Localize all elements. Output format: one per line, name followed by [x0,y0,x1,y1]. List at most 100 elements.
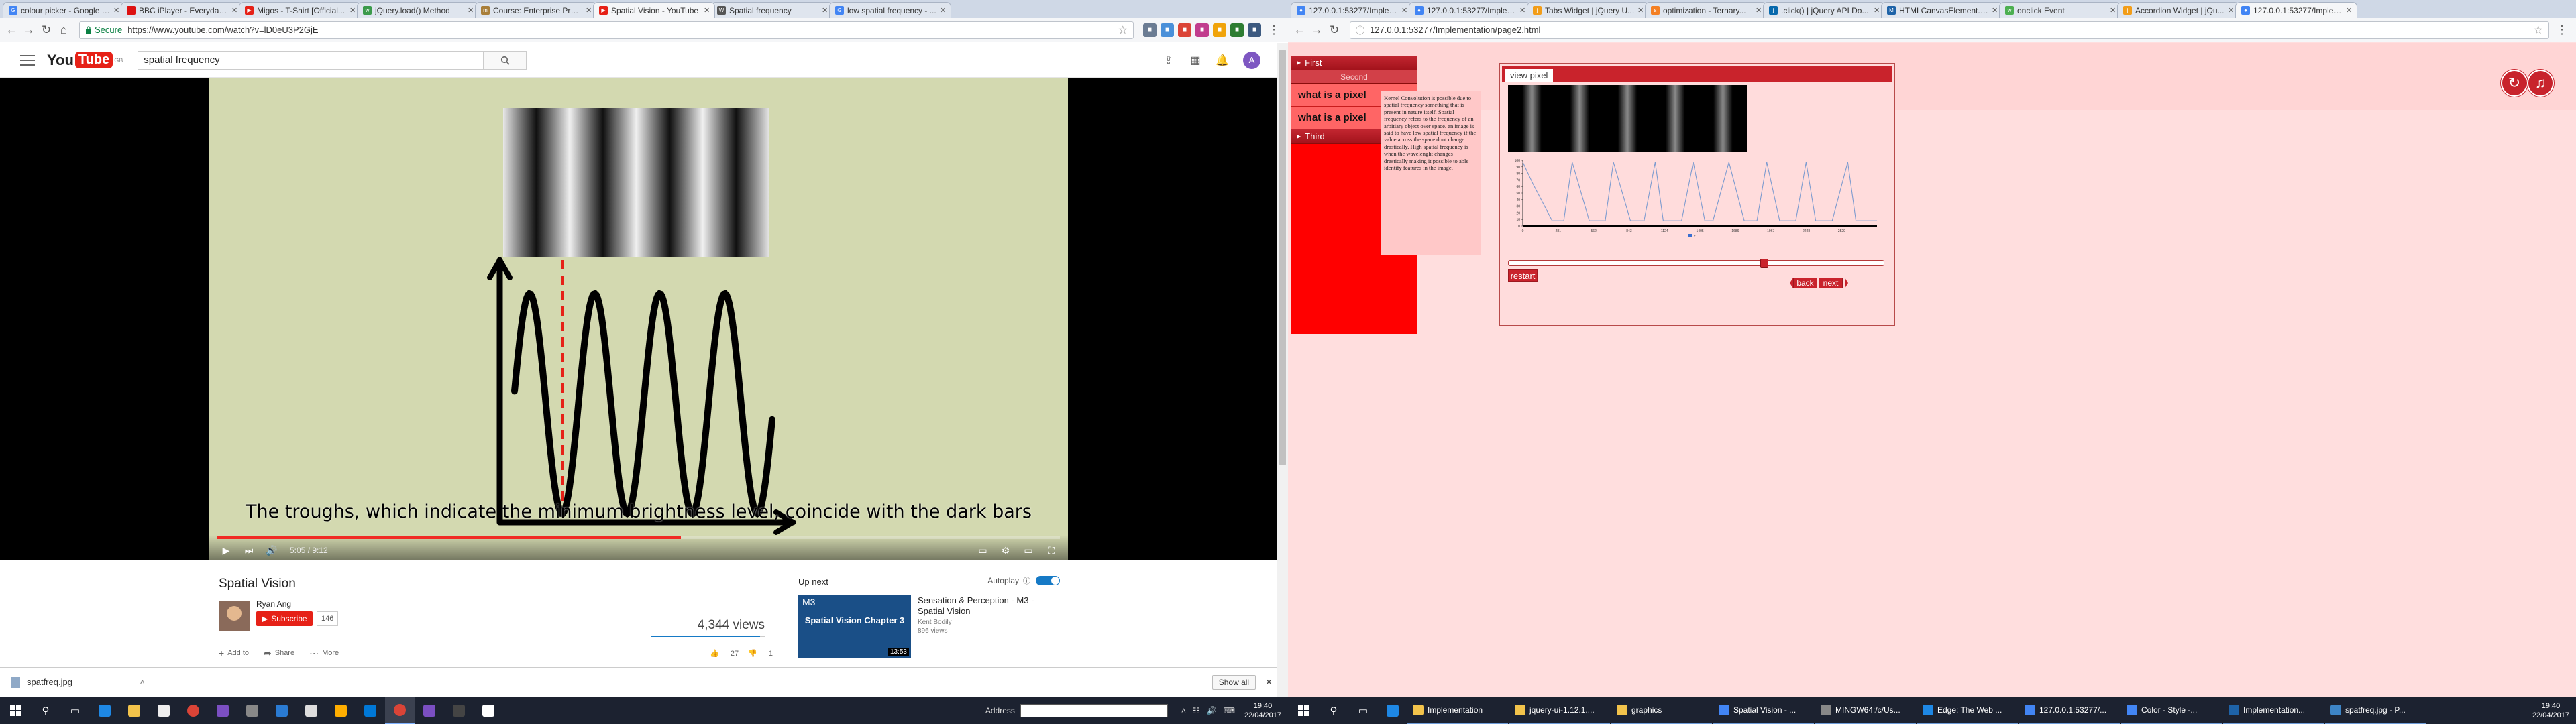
store-icon[interactable] [149,697,178,724]
channel-avatar[interactable] [219,601,250,631]
subscribe-button[interactable]: ▶ Subscribe [256,611,313,626]
browser-tab[interactable]: j Accordion Widget | jQu... ✕ [2117,2,2239,18]
clock[interactable]: 19:40 22/04/2017 [1244,701,1281,720]
reload-animation-button[interactable]: ↻ [2501,70,2528,97]
edge-icon[interactable] [90,697,119,724]
browser-tab[interactable]: W Spatial frequency ✕ [711,2,833,18]
back-arrow-icon[interactable]: ← [1292,23,1307,38]
taskbar-app-button[interactable]: Implementation... [2223,697,2324,724]
taskbar-app-button[interactable]: Color - Style -... [2121,697,2222,724]
bell-icon[interactable]: 🔔 [1215,53,1230,68]
apps-grid-icon[interactable]: ▦ [1188,53,1203,68]
chevron-up-icon[interactable]: ˄ [140,677,145,687]
taskbar-app-button[interactable]: jquery-ui-1.12.1.... [1509,697,1610,724]
taskbar-app-button[interactable]: 127.0.0.1:53277/... [2019,697,2120,724]
vscode-icon[interactable] [267,697,297,724]
extension-icon[interactable]: ■ [1143,23,1157,37]
close-tab-icon[interactable]: ✕ [2228,6,2235,15]
browser-tab[interactable]: m Course: Enterprise Progr... ✕ [475,2,597,18]
restart-button[interactable]: restart [1508,269,1538,282]
more-button[interactable]: ⋯ More [309,648,339,659]
close-tab-icon[interactable]: ✕ [2346,6,2353,15]
visual-studio-icon[interactable] [208,697,237,724]
browser-tab[interactable]: ▶ Spatial Vision - YouTube ✕ [593,2,715,18]
new-tab-button[interactable] [947,2,967,18]
music-note-button[interactable]: ♫ [2527,70,2554,97]
task-view-icon[interactable]: ▭ [1348,697,1378,724]
bookmark-star-icon[interactable]: ☆ [1118,23,1128,37]
extension-icon[interactable]: ■ [1195,23,1209,37]
close-tab-icon[interactable]: ✕ [1401,6,1408,15]
share-button[interactable]: ➦ Share [264,648,294,659]
photos-icon[interactable] [474,697,503,724]
windows-start-icon[interactable] [0,697,31,724]
browser-tab[interactable]: j .click() | jQuery API Do... ✕ [1763,2,1885,18]
search-icon[interactable]: ⚲ [31,697,60,724]
calculator-icon[interactable] [237,697,267,724]
extension-icon[interactable]: ■ [1178,23,1191,37]
close-tab-icon[interactable]: ✕ [2110,6,2116,15]
taskbar-app-button[interactable]: Implementation [1407,697,1508,724]
like-button[interactable]: 👍 27 [710,649,739,658]
taskbar-app-button[interactable]: spatfreq.jpg - P... [2325,697,2426,724]
browser-tab[interactable]: w jQuery.load() Method ✕ [357,2,479,18]
avatar[interactable]: A [1243,51,1260,69]
search-button[interactable] [483,51,527,69]
progress-bar[interactable] [217,536,1060,539]
close-tab-icon[interactable]: ✕ [1992,6,1998,15]
upload-icon[interactable]: ⇪ [1161,53,1176,68]
clock[interactable]: 19:40 22/04/2017 [2532,701,2569,720]
browser-tab[interactable]: iBBC iPlayer - Everyday Mi...✕ [121,2,243,18]
browser-tab[interactable]: Gcolour picker - Google Se... ✕ [3,2,125,18]
captions-icon[interactable]: ▭ [975,543,990,558]
address-input[interactable] [1020,703,1168,717]
page-scrollbar[interactable] [1277,43,1288,697]
browser-tab[interactable]: M HTMLCanvasElement.t... ✕ [1881,2,2003,18]
back-button[interactable]: back [1793,278,1817,288]
edge-icon[interactable] [1378,697,1407,724]
volume-icon[interactable]: 🔊 [1207,706,1217,715]
page-info-icon[interactable]: ⓘ [1356,23,1364,36]
terminal-icon[interactable] [444,697,474,724]
download-item[interactable]: spatfreq.jpg ˄ [11,676,145,688]
menu-first[interactable]: ▶ First [1291,56,1417,70]
volume-icon[interactable]: 🔊 [264,543,279,558]
close-tab-icon[interactable]: ✕ [1519,6,1526,15]
browser-tab[interactable]: ▶ Migos - T-Shirt [Official... ✕ [239,2,361,18]
address-bar[interactable]: Secure https://www.youtube.com/watch?v=l… [79,21,1134,39]
close-tab-icon[interactable]: ✕ [1756,6,1762,15]
extension-icon[interactable]: ■ [1161,23,1174,37]
taskbar-app-button[interactable]: Edge: The Web ... [1917,697,2018,724]
slider-handle[interactable] [1760,259,1769,268]
chrome-menu-icon[interactable]: ⋮ [1267,23,1281,38]
close-tab-icon[interactable]: ✕ [113,6,120,15]
chevron-up-icon[interactable]: ˄ [1181,706,1186,715]
tab-view-pixel[interactable]: view pixel [1504,68,1554,82]
autoplay-toggle[interactable] [1036,576,1060,585]
theater-icon[interactable]: ▭ [1021,543,1036,558]
search-icon[interactable]: ⚲ [1319,697,1348,724]
close-tab-icon[interactable]: ✕ [1874,6,1880,15]
forward-arrow-icon[interactable]: → [1309,23,1324,38]
dislike-button[interactable]: 👎 1 [748,649,773,658]
home-icon[interactable]: ⌂ [56,23,71,38]
video-player[interactable]: The troughs, which indicate the minimum … [0,78,1277,560]
file-explorer-icon[interactable] [119,697,149,724]
network-icon[interactable]: ☷ [1193,706,1200,715]
menu-icon[interactable] [20,54,35,66]
extension-icon[interactable]: ■ [1230,23,1244,37]
inkscape-icon[interactable] [297,697,326,724]
windows-start-icon[interactable] [1288,697,1319,724]
browser-tab[interactable]: ● 127.0.0.1:53277/Implem... ✕ [1291,2,1413,18]
taskbar-app-button[interactable]: graphics [1611,697,1712,724]
bookmark-star-icon[interactable]: ☆ [2534,23,2543,37]
browser-tab[interactable]: ● 127.0.0.1:53277/Implem... ✕ [1409,2,1531,18]
close-tab-icon[interactable]: ✕ [822,6,828,15]
task-view-icon[interactable]: ▭ [60,697,90,724]
taskbar-app-button[interactable]: MINGW64:/c/Us... [1815,697,1916,724]
extension-icon[interactable]: ■ [1213,23,1226,37]
next-icon[interactable]: ⏭ [241,543,256,558]
back-arrow-icon[interactable]: ← [4,23,19,38]
add-to-button[interactable]: + Add to [219,648,249,658]
keyboard-icon[interactable]: ⌨ [1224,706,1235,715]
